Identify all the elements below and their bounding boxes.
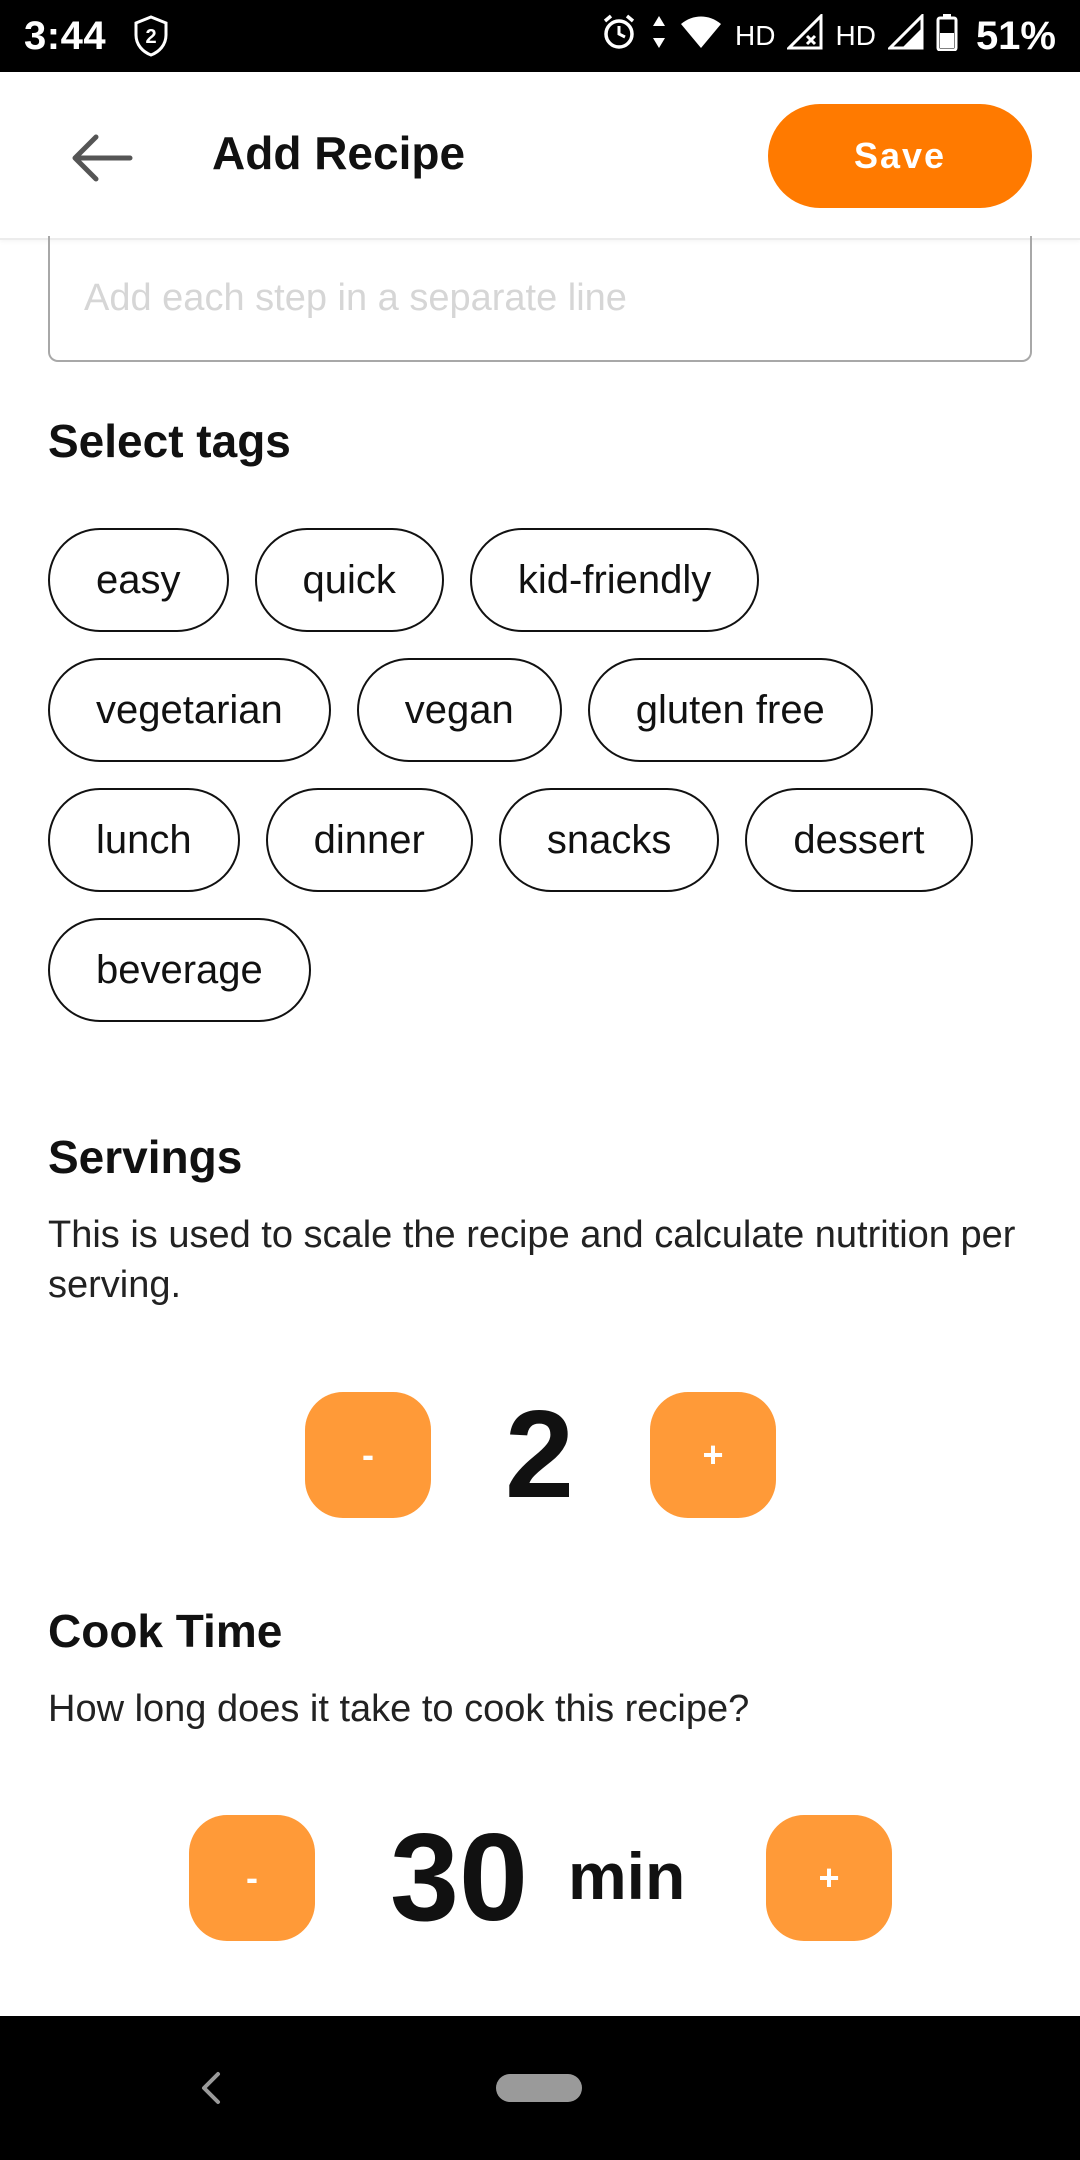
alarm-icon xyxy=(599,12,639,61)
cook-time-value: 30 xyxy=(390,1809,528,1947)
status-bar: 3:44 2 HD HD 51% xyxy=(0,0,1080,72)
navigation-bar xyxy=(0,2016,1080,2160)
status-right: HD HD 51% xyxy=(599,11,1056,61)
data-arrows-icon xyxy=(651,14,667,59)
back-nav-icon[interactable] xyxy=(190,2066,230,2110)
tag-gluten-free[interactable]: gluten free xyxy=(587,658,873,762)
tag-dessert[interactable]: dessert xyxy=(745,788,973,892)
tag-easy[interactable]: easy xyxy=(48,528,229,632)
app-bar: Add Recipe Save xyxy=(0,72,1080,240)
battery-icon xyxy=(936,13,958,60)
tag-snacks[interactable]: snacks xyxy=(498,788,720,892)
notification-badge-count: 2 xyxy=(146,26,157,48)
servings-increment-button[interactable]: + xyxy=(650,1392,776,1518)
tag-row: lunch dinner snacks dessert xyxy=(48,788,1038,892)
shield-badge-icon: 2 xyxy=(132,14,170,58)
signal-x-icon xyxy=(785,11,823,59)
cook-time-increment-button[interactable]: + xyxy=(766,1815,892,1941)
servings-title: Servings xyxy=(48,1131,243,1183)
tag-row: easy quick kid-friendly xyxy=(48,528,1038,632)
servings-decrement-button[interactable]: - xyxy=(305,1392,431,1518)
cook-time-unit: min xyxy=(568,1839,686,1913)
page-title: Add Recipe xyxy=(212,127,466,179)
home-pill-icon[interactable] xyxy=(496,2074,582,2102)
tag-quick[interactable]: quick xyxy=(254,528,444,632)
save-button[interactable]: Save xyxy=(768,104,1032,208)
battery-percent: 51% xyxy=(975,13,1056,58)
status-time: 3:44 xyxy=(24,13,107,58)
tag-row: vegetarian vegan gluten free xyxy=(48,658,1038,762)
tag-beverage[interactable]: beverage xyxy=(48,918,311,1022)
tag-dinner[interactable]: dinner xyxy=(265,788,473,892)
tag-list: easy quick kid-friendly vegetarian vegan… xyxy=(48,528,1038,1048)
tag-kid-friendly[interactable]: kid-friendly xyxy=(469,528,760,632)
status-left: 3:44 2 xyxy=(24,14,170,59)
cook-time-decrement-button[interactable]: - xyxy=(189,1815,315,1941)
servings-value: 2 xyxy=(505,1386,574,1524)
tag-lunch[interactable]: lunch xyxy=(48,788,240,892)
steps-input[interactable]: Add each step in a separate line xyxy=(48,236,1032,362)
cook-time-title: Cook Time xyxy=(48,1605,283,1657)
tags-section-title: Select tags xyxy=(48,415,291,467)
tag-vegan[interactable]: vegan xyxy=(356,658,562,762)
cook-time-description: How long does it take to cook this recip… xyxy=(48,1688,750,1730)
servings-description: This is used to scale the recipe and cal… xyxy=(48,1214,1016,1306)
signal-icon xyxy=(886,11,924,59)
tag-vegetarian[interactable]: vegetarian xyxy=(48,658,331,762)
back-button[interactable] xyxy=(60,116,144,200)
arrow-left-icon xyxy=(72,134,133,182)
tag-row: beverage xyxy=(48,918,1038,1022)
steps-input-placeholder: Add each step in a separate line xyxy=(84,276,627,319)
wifi-hd-label: HD xyxy=(735,20,776,51)
wifi-icon xyxy=(679,14,723,59)
signal-hd-label: HD xyxy=(835,20,876,51)
